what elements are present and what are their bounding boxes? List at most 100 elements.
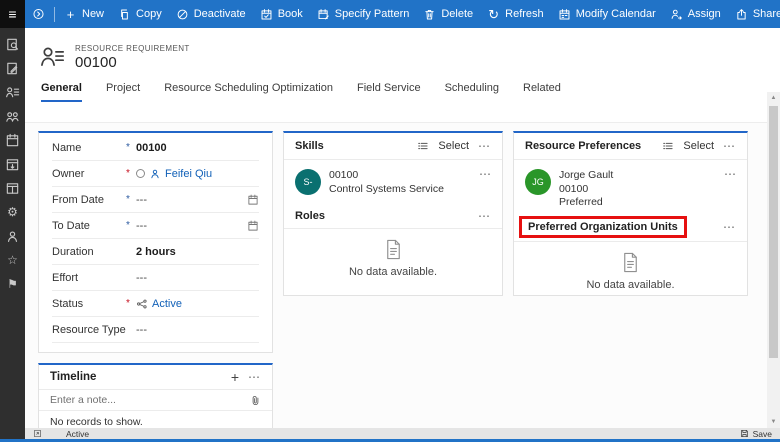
assign-button[interactable]: Assign [663, 0, 728, 28]
effort-value[interactable]: --- [136, 272, 147, 284]
form-content: Name * 00100 Owner * Feifei Qiu [25, 122, 780, 428]
resource-preferences-select-button[interactable]: Select [683, 140, 714, 152]
book-calendar-icon [260, 8, 273, 21]
preference-item-more-icon[interactable]: ⋯ [724, 168, 737, 180]
sidebar-calendar-icon[interactable] [5, 133, 20, 148]
field-row-duration: Duration 2 hours [52, 239, 259, 265]
status-value-link[interactable]: Active [152, 298, 182, 310]
duration-value[interactable]: 2 hours [136, 246, 176, 258]
pattern-calendar-icon [317, 8, 330, 21]
copy-icon [118, 8, 131, 21]
required-marker: * [126, 298, 136, 309]
tab-resource-scheduling-optimization[interactable]: Resource Scheduling Optimization [164, 82, 333, 102]
owner-lookup-link[interactable]: Feifei Qiu [165, 168, 212, 180]
deactivate-icon [176, 8, 189, 21]
sidebar-resources-icon[interactable] [5, 109, 20, 124]
save-button[interactable]: Save [740, 429, 772, 439]
hamburger-icon: ≡ [8, 6, 16, 22]
preference-avatar: JG [525, 169, 551, 195]
tab-project[interactable]: Project [106, 82, 140, 102]
skills-select-button[interactable]: Select [438, 140, 469, 152]
timeline-add-icon[interactable]: + [231, 370, 239, 384]
sidebar-record-edit-icon[interactable] [5, 61, 20, 76]
sidebar-favorites-icon[interactable]: ☆ [5, 253, 20, 268]
preference-record-id: 00100 [559, 183, 613, 197]
record-state-label: Active [66, 429, 89, 439]
preferred-org-units-more-icon[interactable]: ⋯ [723, 221, 736, 233]
entity-label: RESOURCE REQUIREMENT [75, 44, 190, 53]
roles-empty-state: No data available. [284, 229, 502, 278]
skill-item-more-icon[interactable]: ⋯ [479, 168, 492, 180]
required-marker: * [126, 142, 136, 153]
note-input[interactable]: Enter a note... [39, 390, 272, 411]
required-marker: * [126, 194, 136, 205]
scrollbar-thumb[interactable] [769, 106, 778, 358]
from-date-value[interactable]: --- [136, 194, 147, 206]
copy-button[interactable]: Copy [111, 0, 169, 28]
circle-chevron-icon [32, 8, 45, 21]
resource-requirement-icon [39, 44, 66, 71]
resource-type-value[interactable]: --- [136, 324, 147, 336]
sidebar-board-icon[interactable] [5, 181, 20, 196]
status-bar: Active Save [25, 428, 780, 439]
preference-list-item[interactable]: JG Jorge Gault 00100 Preferred ⋯ [514, 160, 747, 214]
scroll-down-arrow[interactable]: ▼ [767, 416, 780, 428]
skill-item-id: 00100 [329, 169, 444, 183]
required-marker: * [126, 168, 136, 179]
sidebar-record-search-icon[interactable] [5, 37, 20, 52]
timeline-card: Timeline + ⋯ Enter a note... No records … [38, 363, 273, 428]
sidebar-schedule-board-icon[interactable] [5, 157, 20, 172]
preference-resource-name: Jorge Gault [559, 169, 613, 183]
roles-header: Roles ⋯ [284, 203, 502, 229]
name-value[interactable]: 00100 [136, 142, 167, 154]
sidebar-settings-icon[interactable]: ⚙ [5, 205, 20, 220]
preferred-org-units-empty-state: No data available. [514, 242, 747, 291]
to-date-value[interactable]: --- [136, 220, 147, 232]
resource-preferences-header: Resource Preferences Select ⋯ [514, 133, 747, 160]
tab-related[interactable]: Related [523, 82, 561, 102]
calendar-icon [558, 8, 571, 21]
new-button[interactable]: + New [57, 0, 111, 28]
tab-general[interactable]: General [41, 82, 82, 102]
refresh-button[interactable]: ↻ Refresh [480, 0, 551, 28]
tab-field-service[interactable]: Field Service [357, 82, 421, 102]
specify-pattern-button[interactable]: Specify Pattern [310, 0, 417, 28]
date-picker-icon[interactable] [247, 194, 259, 206]
paperclip-icon[interactable] [250, 395, 261, 406]
sidebar-flag-icon[interactable]: ⚑ [5, 277, 20, 292]
main-area: RESOURCE REQUIREMENT 00100 General Proje… [25, 28, 780, 428]
skill-list-item[interactable]: S- 00100 Control Systems Service ⋯ [284, 160, 502, 203]
trash-icon [423, 8, 436, 21]
resource-preferences-more-icon[interactable]: ⋯ [723, 140, 736, 152]
modify-calendar-button[interactable]: Modify Calendar [551, 0, 663, 28]
field-row-effort: Effort --- [52, 265, 259, 291]
vertical-scrollbar[interactable]: ▲ ▼ [767, 92, 780, 428]
field-row-name: Name * 00100 [52, 135, 259, 161]
sidebar-person-icon[interactable] [5, 229, 20, 244]
command-bar: ≡ + New Copy Deactivate Book Specify Pat… [0, 0, 780, 28]
roles-more-options-icon[interactable]: ⋯ [478, 210, 491, 222]
skills-more-options-icon[interactable]: ⋯ [478, 140, 491, 152]
scroll-up-arrow[interactable]: ▲ [767, 92, 780, 104]
share-button[interactable]: Share [728, 0, 780, 28]
delete-button[interactable]: Delete [416, 0, 480, 28]
empty-document-icon [382, 238, 405, 261]
empty-document-icon [619, 251, 642, 274]
book-button[interactable]: Book [253, 0, 310, 28]
sidebar-resource-requirement-icon[interactable] [5, 85, 20, 100]
deactivate-button[interactable]: Deactivate [169, 0, 253, 28]
timeline-header: Timeline + ⋯ [39, 365, 272, 390]
nav-sidebar: ⚙ ☆ ⚑ [0, 28, 25, 439]
timeline-more-options-icon[interactable]: ⋯ [248, 371, 261, 383]
hamburger-menu-button[interactable]: ≡ [0, 0, 25, 28]
owner-person-icon [149, 168, 161, 180]
date-picker-icon[interactable] [247, 220, 259, 232]
page-title: 00100 [75, 54, 190, 71]
toolbar-separator [54, 7, 55, 22]
expand-status-icon[interactable] [33, 429, 42, 438]
field-row-owner: Owner * Feifei Qiu [52, 161, 259, 187]
nav-expand-button[interactable] [25, 0, 52, 28]
field-row-status: Status * Active [52, 291, 259, 317]
tab-scheduling[interactable]: Scheduling [445, 82, 499, 102]
assign-person-icon [670, 8, 683, 21]
